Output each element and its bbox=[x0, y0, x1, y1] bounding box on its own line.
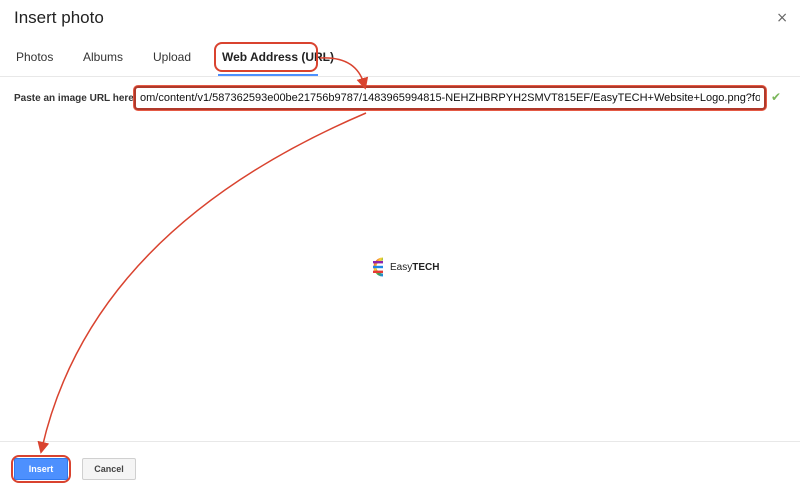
tab-upload[interactable]: Upload bbox=[153, 50, 191, 64]
arrow-url-to-insert bbox=[37, 112, 367, 454]
dialog-title: Insert photo bbox=[14, 8, 104, 27]
logo-text: EasyTECH bbox=[390, 261, 440, 273]
tab-photos[interactable]: Photos bbox=[16, 50, 53, 64]
close-icon[interactable]: × bbox=[776, 10, 788, 26]
checkmark-icon: ✔ bbox=[771, 90, 782, 104]
tab-albums[interactable]: Albums bbox=[83, 50, 123, 64]
url-input[interactable] bbox=[134, 86, 766, 110]
tab-highlight-annotation bbox=[214, 42, 318, 72]
easytech-logo-icon bbox=[373, 257, 384, 277]
url-label: Paste an image URL here: bbox=[14, 93, 138, 104]
footer-divider bbox=[0, 441, 800, 442]
cancel-button[interactable]: Cancel bbox=[82, 458, 136, 480]
tabs-divider bbox=[0, 76, 800, 77]
insert-highlight-annotation bbox=[11, 455, 71, 483]
image-preview: EasyTECH bbox=[367, 254, 439, 280]
tab-bar: Photos Albums Upload Web Address (URL) bbox=[0, 40, 800, 76]
